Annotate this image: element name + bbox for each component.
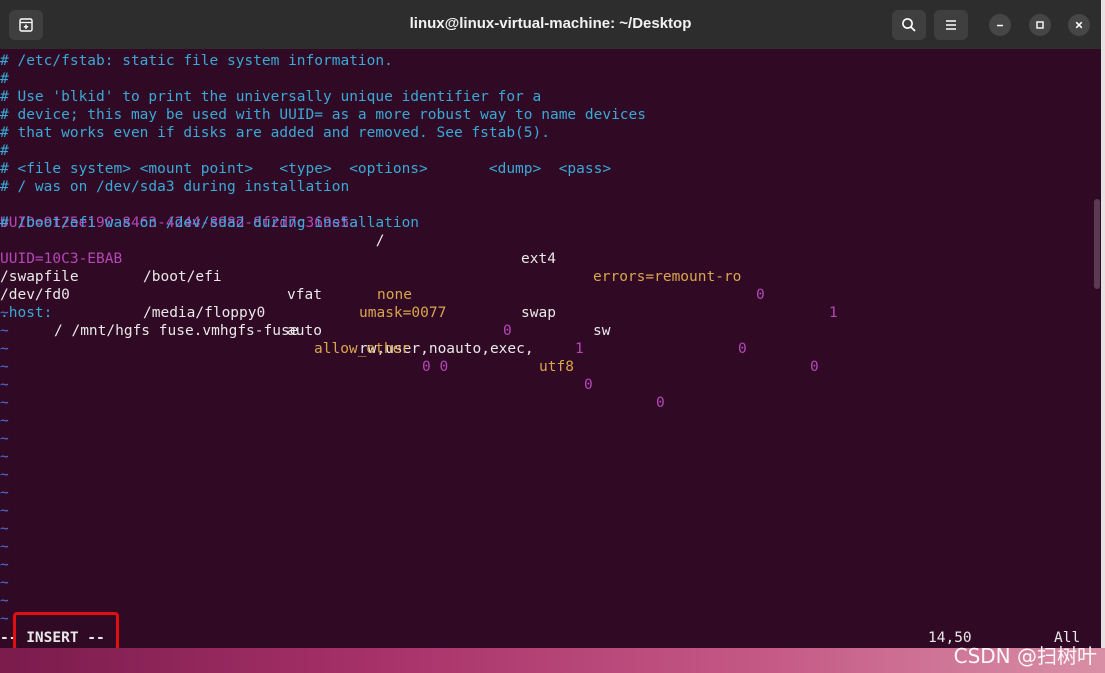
empty-line-marker: ~ [0, 503, 9, 519]
empty-line-marker: ~ [0, 467, 9, 483]
dump-field: 0 [584, 377, 593, 393]
scrollbar-thumb[interactable] [1094, 199, 1100, 289]
fstab-entry-efi: UUID=10C3-EBAB /boot/efi vfat umask=0077… [0, 232, 1090, 357]
empty-line-marker: ~ [0, 557, 9, 573]
options-field: sw [593, 323, 611, 339]
empty-line-marker: ~ [0, 611, 9, 627]
maximize-button[interactable] [1029, 14, 1051, 36]
options-field-utf8: utf8 [539, 359, 574, 375]
insert-mode-highlight-box [13, 612, 119, 651]
fstab-line: # [0, 71, 9, 87]
empty-line-marker: ~ [0, 593, 9, 609]
close-icon [1075, 21, 1083, 29]
dump-field: 0 [503, 323, 512, 339]
pass-field: 0 [656, 395, 665, 411]
fstab-line: # [0, 143, 9, 159]
pass-field: 1 [829, 305, 838, 321]
empty-line-marker: ~ [0, 359, 9, 375]
fstab-line: # Use 'blkid' to print the universally u… [0, 89, 542, 105]
empty-line-marker: ~ [0, 377, 9, 393]
mount-field: /media/floppy0 [143, 305, 266, 321]
fstab-entry-root: UUID=9125e190-8463-4244-898d-8f2d7c369e5… [0, 196, 1090, 321]
search-button[interactable] [892, 10, 926, 40]
fstab-line: # /boot/efi was on /dev/sda2 during inst… [0, 215, 420, 231]
empty-line-marker: ~ [0, 539, 9, 555]
fstab-line: # device; this may be used with UUID= as… [0, 107, 647, 123]
fstab-line: # that works even if disks are added and… [0, 125, 550, 141]
empty-line-marker: ~ [0, 431, 9, 447]
hamburger-menu-icon [946, 20, 956, 30]
pass-field: 0 [810, 359, 819, 375]
empty-line-marker: ~ [0, 323, 9, 339]
watermark: CSDN @扫树叶 [953, 644, 1097, 668]
empty-line-marker: ~ [0, 395, 9, 411]
maximize-icon [1036, 21, 1044, 29]
title-bar: linux@linux-virtual-machine: ~/Desktop [0, 0, 1101, 49]
empty-line-marker: ~ [0, 521, 9, 537]
search-icon [902, 18, 916, 32]
desktop-background [0, 648, 1105, 673]
dump-pass-field: 0 0 [422, 359, 449, 375]
terminal-window: linux@linux-virtual-machine: ~/Desktop #… [0, 0, 1101, 648]
scrollbar[interactable] [1093, 49, 1101, 648]
fstab-entry-floppy: /dev/fd0 /media/floppy0 auto rw,user,noa… [0, 268, 1090, 411]
terminal-content[interactable]: # /etc/fstab: static file system informa… [0, 49, 1101, 648]
fstab-line: # <file system> <mount point> <type> <op… [0, 161, 612, 177]
fstab-line: # /etc/fstab: static file system informa… [0, 53, 393, 69]
empty-line-marker: ~ [0, 485, 9, 501]
dump-field: 0 [738, 341, 747, 357]
fstab-entry-hgfs: .host: / /mnt/hgfs fuse.vmhgfs-fuse allo… [0, 286, 1090, 375]
empty-line-marker: ~ [0, 413, 9, 429]
fstab-entry-swap: /swapfile none swap sw 0 0 [0, 250, 1090, 375]
minimize-button[interactable] [989, 14, 1011, 36]
empty-line-marker: ~ [0, 449, 9, 465]
empty-line-marker: ~ [0, 341, 9, 357]
pass-field: 1 [575, 341, 584, 357]
options-field: umask=0077 [359, 305, 447, 321]
mount-type-field: / /mnt/hgfs fuse.vmhgfs-fuse [54, 323, 299, 339]
fstab-line: # / was on /dev/sda3 during installation [0, 179, 350, 195]
menu-button[interactable] [934, 10, 968, 40]
empty-line-marker: ~ [0, 575, 9, 591]
close-button[interactable] [1068, 14, 1090, 36]
minimize-icon [997, 24, 1003, 27]
empty-line-marker: ~ [0, 305, 9, 321]
type-field: swap [521, 305, 556, 321]
options-field: allow_other [314, 341, 411, 357]
